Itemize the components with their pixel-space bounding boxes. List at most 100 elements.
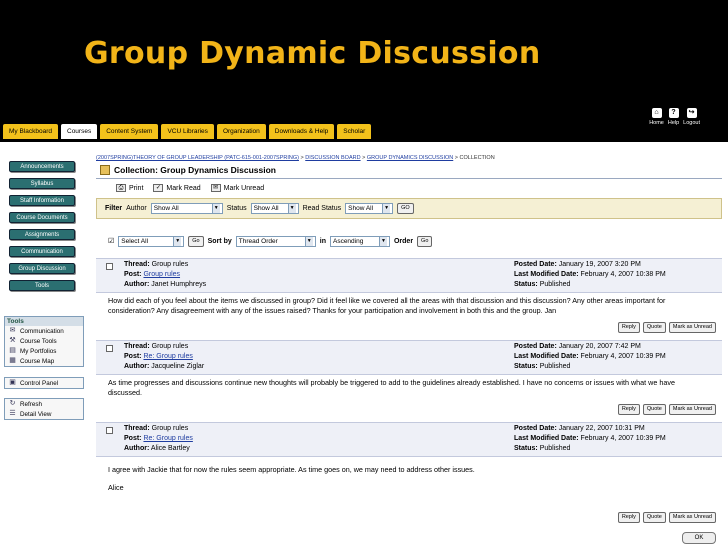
- quote-button[interactable]: Quote: [642, 512, 666, 523]
- logout-icon: ↪: [686, 108, 697, 118]
- breadcrumb-course[interactable]: (2007SPRING)THEORY OF GROUP LEADERSHIP (…: [96, 155, 299, 161]
- tools-communication[interactable]: ✉ Communication: [5, 326, 83, 336]
- mark-read-button[interactable]: ✓ Mark Read: [153, 184, 201, 192]
- course-menu-syllabus[interactable]: Syllabus: [9, 178, 75, 189]
- last-modified-value: February 4, 2007 10:38 PM: [580, 271, 666, 278]
- logout-link[interactable]: ↪ Logout: [683, 108, 700, 126]
- mark-unread-post-button[interactable]: Mark as Unread: [668, 322, 716, 333]
- portfolios-icon: ▤: [9, 347, 16, 354]
- sort-value: Thread Order: [238, 237, 278, 245]
- status-value: Published: [539, 363, 571, 370]
- action-bar: ⎙ Print ✓ Mark Read ✉ Mark Unread: [116, 184, 264, 192]
- thread-value: Group rules: [151, 343, 189, 350]
- filter-label: Filter: [105, 205, 123, 212]
- detail-view-label: Detail View: [20, 410, 52, 418]
- post-link[interactable]: Re: Group rules: [143, 353, 192, 360]
- posted-date-value: January 20, 2007 7:42 PM: [558, 343, 641, 350]
- status-select[interactable]: Show All ▼: [250, 203, 299, 214]
- post-actions: Reply Quote Mark as Unread: [617, 512, 716, 523]
- quote-button[interactable]: Quote: [642, 404, 666, 415]
- tools-course-tools[interactable]: ⚒ Course Tools: [5, 336, 83, 346]
- tab-downloads-help[interactable]: Downloads & Help: [268, 124, 335, 139]
- breadcrumb-forum[interactable]: GROUP DYNAMICS DISCUSSION: [367, 155, 453, 161]
- chevron-down-icon: ▼: [287, 204, 296, 213]
- course-menu-communication[interactable]: Communication: [9, 246, 75, 257]
- print-icon: ⎙: [116, 184, 126, 192]
- reply-button[interactable]: Reply: [617, 322, 640, 333]
- author-meta-label: Author:: [124, 281, 150, 288]
- read-status-select[interactable]: Show All ▼: [345, 203, 394, 214]
- post-checkbox[interactable]: [106, 263, 113, 270]
- in-label: in: [319, 237, 326, 245]
- course-menu-staff-information[interactable]: Staff Information: [9, 195, 75, 206]
- order-go-button[interactable]: Go: [417, 235, 433, 247]
- author-select[interactable]: Show All ▼: [150, 203, 223, 214]
- last-modified-value: February 4, 2007 10:39 PM: [580, 435, 666, 442]
- post-dates: Posted Date: January 20, 2007 7:42 PM La…: [514, 342, 666, 372]
- home-icon: ⌂: [651, 108, 662, 118]
- post-link[interactable]: Group rules: [143, 271, 180, 278]
- help-icon: ?: [668, 108, 679, 118]
- tab-courses[interactable]: Courses: [61, 124, 98, 139]
- breadcrumb-board[interactable]: DISCUSSION BOARD: [305, 155, 360, 161]
- order-label: Order: [393, 237, 414, 245]
- help-link[interactable]: ? Help: [668, 108, 679, 126]
- select-go-button[interactable]: Go: [188, 235, 204, 247]
- read-status-label: Read Status: [302, 205, 342, 212]
- print-button[interactable]: ⎙ Print: [116, 184, 143, 192]
- quote-button[interactable]: Quote: [642, 322, 666, 333]
- course-menu-assignments[interactable]: Assignments: [9, 229, 75, 240]
- home-link[interactable]: ⌂ Home: [649, 108, 664, 126]
- post-label: Post:: [124, 435, 142, 442]
- ok-button[interactable]: OK: [682, 532, 716, 544]
- mark-unread-button[interactable]: ✉ Mark Unread: [210, 184, 265, 192]
- course-menu-tools[interactable]: Tools: [9, 280, 75, 291]
- logout-label: Logout: [683, 120, 700, 126]
- discussion-post: Thread: Group rules Post: Group rules Au…: [96, 258, 722, 338]
- post-actions: Reply Quote Mark as Unread: [617, 322, 716, 333]
- control-panel-link[interactable]: ▣ Control Panel: [5, 378, 83, 388]
- post-meta: Thread: Group rules Post: Re: Group rule…: [124, 342, 204, 372]
- select-all-value: Select All: [121, 237, 149, 245]
- post-checkbox[interactable]: [106, 345, 113, 352]
- post-header: Thread: Group rules Post: Re: Group rule…: [96, 422, 722, 457]
- post-label: Post:: [124, 271, 142, 278]
- sort-select[interactable]: Thread Order ▼: [235, 235, 316, 247]
- detail-view-link[interactable]: ☰ Detail View: [5, 409, 83, 419]
- tools-course-map[interactable]: ▦ Course Map: [5, 356, 83, 366]
- discussion-post: Thread: Group rules Post: Re: Group rule…: [96, 340, 722, 420]
- chevron-down-icon: ▼: [382, 204, 391, 213]
- filter-go-button[interactable]: GO: [397, 203, 414, 214]
- tools-box: Tools ✉ Communication ⚒ Course Tools ▤ My P…: [4, 316, 84, 367]
- status-meta-label: Status:: [514, 281, 538, 288]
- mark-read-icon: ✓: [153, 184, 164, 192]
- reply-button[interactable]: Reply: [617, 404, 640, 415]
- post-link[interactable]: Re: Group rules: [143, 435, 192, 442]
- posted-date-label: Posted Date:: [514, 343, 557, 350]
- course-menu-course-documents[interactable]: Course Documents: [9, 212, 75, 223]
- select-all-dropdown[interactable]: Select All ▼: [118, 235, 185, 247]
- post-header: Thread: Group rules Post: Re: Group rule…: [96, 340, 722, 375]
- tab-vcu-libraries[interactable]: VCU Libraries: [161, 124, 214, 139]
- chevron-down-icon: ▼: [378, 236, 387, 246]
- mark-unread-post-button[interactable]: Mark as Unread: [668, 512, 716, 523]
- tools-my-portfolios[interactable]: ▤ My Portfolios: [5, 346, 83, 356]
- help-label: Help: [667, 120, 680, 126]
- order-select[interactable]: Ascending ▼: [329, 235, 390, 247]
- tab-my-blackboard[interactable]: My Blackboard: [3, 124, 58, 139]
- tools-my-portfolios-label: My Portfolios: [20, 347, 57, 355]
- refresh-link[interactable]: ↻ Refresh: [5, 399, 83, 409]
- read-status-value: Show All: [348, 205, 374, 212]
- post-checkbox[interactable]: [106, 427, 113, 434]
- tab-content-system[interactable]: Content System: [100, 124, 159, 139]
- reply-button[interactable]: Reply: [617, 512, 640, 523]
- mark-unread-post-button[interactable]: Mark as Unread: [668, 404, 716, 415]
- mark-unread-label: Mark Unread: [223, 184, 265, 192]
- tab-organization[interactable]: Organization: [216, 124, 266, 139]
- post-body: I agree with Jackie that for now the rul…: [108, 465, 475, 474]
- tab-scholar[interactable]: Scholar: [337, 124, 372, 139]
- author-value: Show All: [153, 205, 179, 212]
- course-menu-group-discussion[interactable]: Group Discussion: [9, 263, 75, 274]
- course-menu-announcements[interactable]: Announcements: [9, 161, 75, 172]
- course-menu: Announcements Syllabus Staff Information…: [0, 154, 86, 546]
